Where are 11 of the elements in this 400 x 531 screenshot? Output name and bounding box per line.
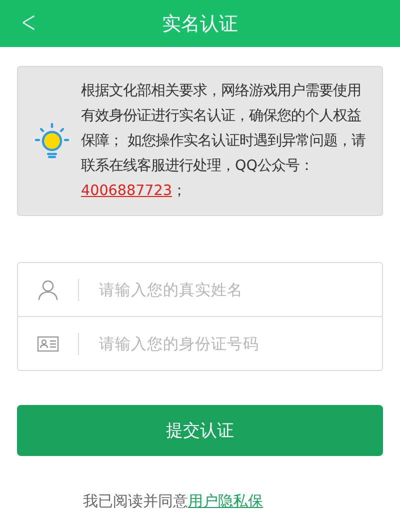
notice-text: 根据文化部相关要求，网络游戏用户需要使用有效身份证进行实名认证，确保您的个人权益保障； 如您操作实名认证时遇到异常问题，请联系在线客服进行处理，QQ公众号： 4006887723；	[81, 82, 367, 200]
agreement-text: 我已阅读并同意用户隐私保	[83, 492, 263, 510]
lightbulb-icon	[34, 123, 70, 159]
text-input[interactable]: 请输入您的真实姓名	[97, 280, 361, 300]
text-input[interactable]: 请输入您的身份证号码	[97, 334, 361, 354]
page-title: 实名认证	[162, 12, 238, 36]
person-icon	[37, 278, 59, 300]
back-button[interactable]: <	[18, 6, 39, 40]
submit-button[interactable]: 提交认证	[17, 405, 383, 456]
privacy-link[interactable]: 用户隐私保	[188, 492, 263, 510]
phone-link[interactable]: 4006887723	[81, 182, 172, 198]
